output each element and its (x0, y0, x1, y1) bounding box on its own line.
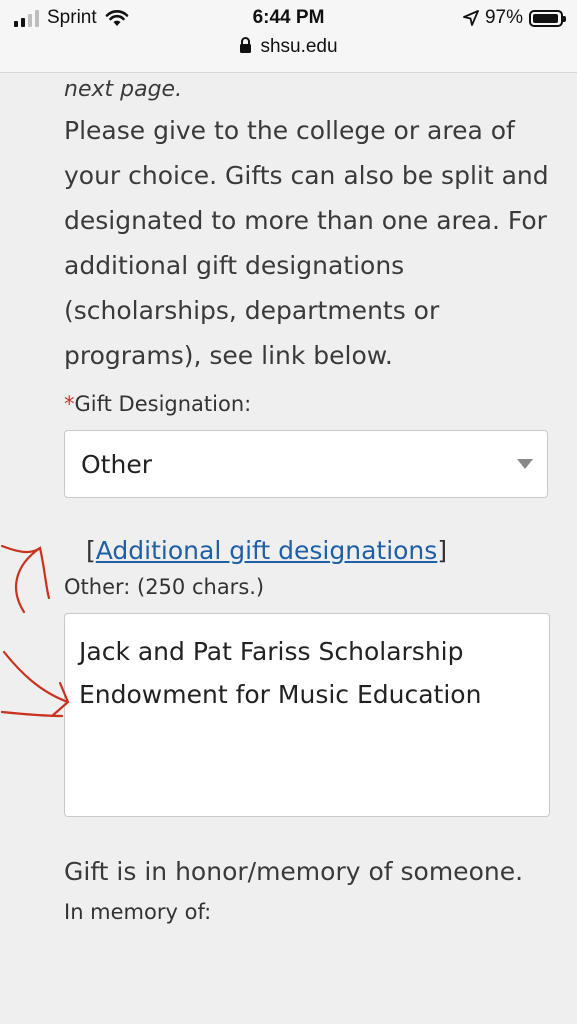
battery-percent: 97% (484, 7, 523, 28)
additional-gift-designations-link[interactable]: Additional gift designations (96, 536, 438, 565)
other-field-label: Other: (250 chars.) (64, 575, 265, 599)
honor-memory-text: Gift is in honor/memory of someone. (64, 857, 524, 886)
bracket-close: ] (437, 536, 448, 565)
status-bar: Sprint 6:44 PM 97% shsu.edu (0, 0, 577, 73)
battery-fill (533, 13, 558, 23)
intro-text: next page. (64, 77, 183, 102)
status-right: 97% (463, 7, 566, 29)
required-marker: * (64, 392, 75, 416)
address-bar[interactable]: shsu.edu (0, 36, 577, 58)
bracket-open: [ (86, 536, 96, 565)
designation-instructions: Please give to the college or area of yo… (64, 116, 549, 370)
gift-designation-label-text: Gift Designation: (74, 392, 252, 416)
gift-designation-label: *Gift Designation: (64, 392, 554, 416)
lock-icon (240, 37, 252, 53)
battery-icon (529, 9, 566, 27)
dropdown-arrow-icon (517, 459, 533, 469)
url-text: shsu.edu (260, 36, 338, 57)
other-designation-textarea[interactable]: Jack and Pat Fariss Scholarship Endowmen… (64, 613, 550, 817)
gift-designation-value: Other (81, 450, 152, 479)
in-memory-label: In memory of: (64, 900, 212, 924)
annotation-arrow-lower (0, 650, 70, 718)
gift-designation-select[interactable]: Other (64, 430, 548, 498)
donation-form: next page. Please give to the college or… (64, 72, 554, 924)
additional-designations: [Additional gift designations] (86, 536, 554, 565)
location-arrow-icon (463, 10, 479, 26)
annotation-arrow-upper (0, 544, 51, 614)
